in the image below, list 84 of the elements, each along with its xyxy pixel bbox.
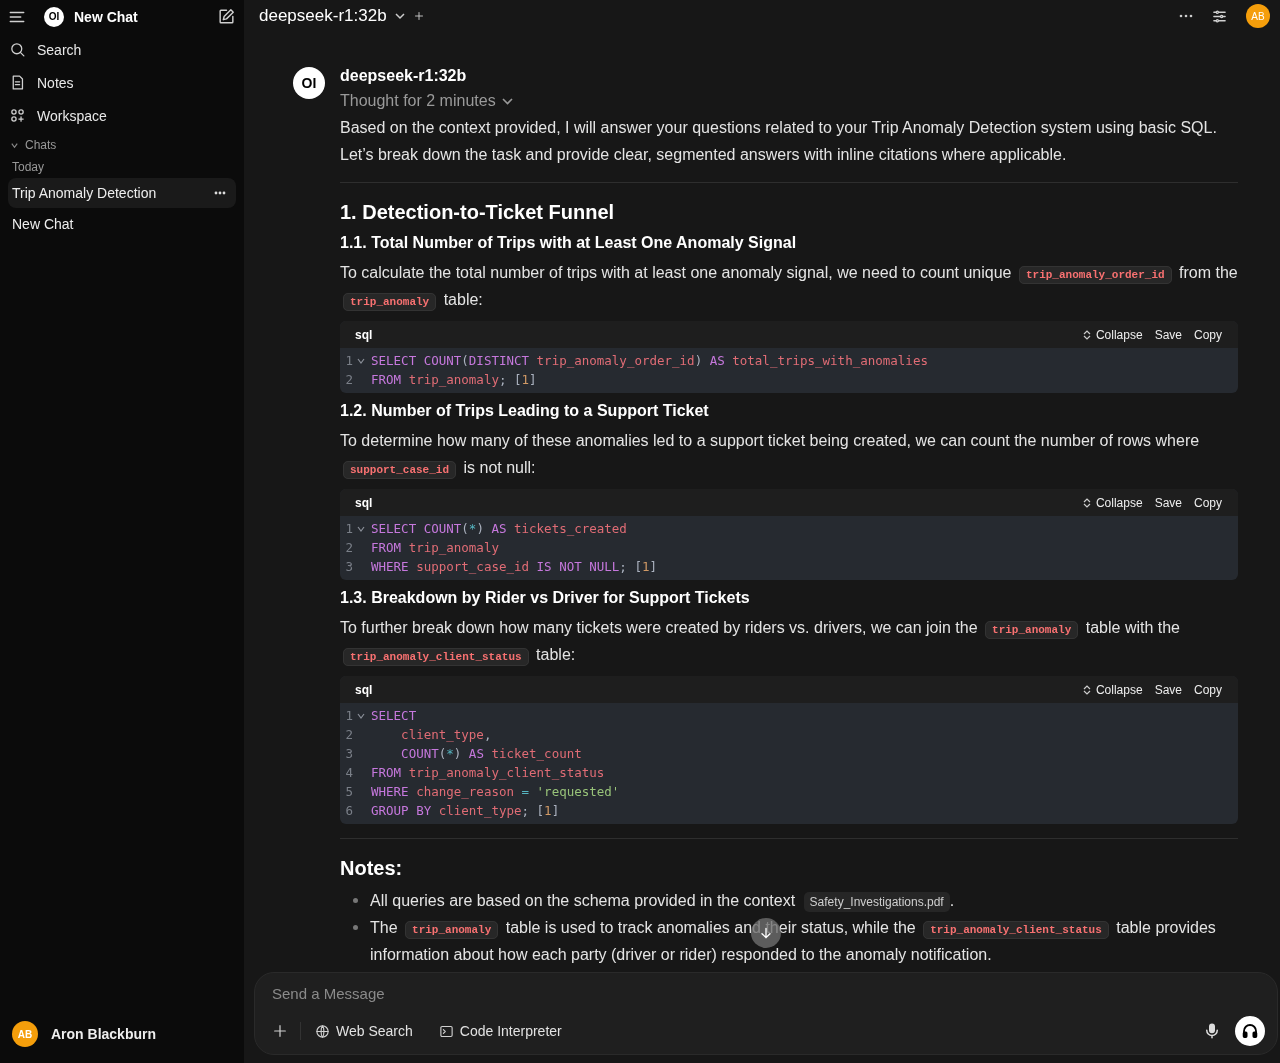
nav-item[interactable]: Notes	[37, 74, 74, 91]
code-action-button[interactable]: Collapse	[1076, 495, 1149, 510]
code-action-button[interactable]: Copy	[1188, 495, 1228, 510]
line-number: 3	[344, 559, 353, 574]
subsection-heading: 1.1. Total Number of Trips with at Least One Anomaly Signal	[340, 233, 798, 253]
plus-icon[interactable]	[272, 1023, 288, 1039]
code-action-button[interactable]: Save	[1148, 327, 1188, 342]
code-line: SELECT COUNT(DISTINCT trip_anomaly_order_id) AS total_trips_with_anomalies	[371, 353, 928, 368]
code-line: FROM trip_anomaly; [1]	[371, 372, 537, 387]
terminal-icon	[438, 1023, 454, 1039]
search-icon	[9, 41, 26, 58]
code-line: client_type,	[400, 727, 492, 742]
section-heading: Notes:	[340, 856, 404, 881]
tool-toggle[interactable]: Web Search	[336, 1023, 413, 1039]
code-line: WHERE support_case_id IS NOT NULL; [1]	[371, 559, 657, 574]
thought-toggle[interactable]: Thought for 2 minutes	[340, 88, 496, 114]
fold-caret-icon[interactable]	[357, 525, 365, 532]
nav-item[interactable]: Search	[37, 41, 82, 58]
chat-item[interactable]: Trip Anomaly Detection	[8, 178, 236, 208]
up-down-icon	[1082, 497, 1091, 508]
code-line: COUNT(*) AS ticket_count	[400, 746, 582, 761]
user-name: Aron Blackburn	[51, 1026, 156, 1042]
model-logo-icon: OI	[293, 67, 325, 99]
chats-section-toggle[interactable]: Chats	[25, 138, 57, 152]
paragraph: Based on the context provided, I will answer your questions related to your Trip Anomaly Detection system using basic SQL. Let’s break down the task and provide clear, segmented answers with inline citations where applicable.	[340, 118, 1218, 165]
up-down-icon	[1082, 329, 1091, 340]
headphones-icon	[1241, 1022, 1259, 1040]
code-line: WHERE change_reason = 'requested'	[371, 784, 620, 799]
globe-icon	[315, 1023, 330, 1039]
paragraph: To further break down how many tickets were created by riders vs. drivers, we can join the trip_anomaly table with the trip_anomaly_client_status table:	[340, 614, 1238, 668]
voice-mode-button[interactable]	[1235, 1016, 1265, 1046]
new-chat-link[interactable]: New Chat	[74, 8, 207, 25]
code-action-button[interactable]: Save	[1148, 495, 1188, 510]
grid-icon	[9, 107, 26, 124]
code-language: sql	[355, 327, 374, 342]
logo-icon: OI	[44, 6, 64, 27]
line-number: 2	[344, 540, 353, 555]
line-number: 2	[344, 727, 353, 742]
microphone-icon[interactable]	[1203, 1022, 1221, 1040]
edit-icon[interactable]	[217, 7, 236, 26]
paragraph: To determine how many of these anomalies led to a support ticket being created, we can count the number of rows where support_case_id is not null:	[340, 427, 1238, 481]
code-line: GROUP BY client_type; [1]	[371, 803, 560, 818]
nav-item[interactable]: Workspace	[37, 107, 107, 124]
model-name: deepseek-r1:32b	[340, 66, 468, 86]
subsection-heading: 1.2. Number of Trips Leading to a Support Ticket	[340, 401, 710, 421]
code-line: FROM trip_anomaly	[371, 540, 499, 555]
line-number: 5	[344, 784, 353, 799]
list-item-text: All queries are based on the schema provided in the context Safety_Investigations.pdf .	[370, 887, 955, 914]
code-action-button[interactable]: Copy	[1188, 327, 1228, 342]
code-line: FROM trip_anomaly_client_status	[371, 765, 605, 780]
chevron-icon[interactable]	[394, 12, 405, 20]
section-heading: 1. Detection-to-Ticket Funnel	[340, 200, 616, 225]
code-action-button[interactable]: Collapse	[1076, 682, 1149, 697]
message-input[interactable]: Send a Message	[272, 982, 672, 1004]
fold-caret-icon[interactable]	[357, 357, 365, 364]
code-line: SELECT	[371, 708, 417, 723]
citation-link[interactable]: Safety_Investigations.pdf	[803, 892, 950, 912]
more-icon[interactable]	[1179, 14, 1193, 18]
group-label: Today	[11, 159, 46, 176]
chevron-icon[interactable]	[501, 97, 513, 105]
bullet-icon	[353, 925, 358, 930]
line-number: 2	[344, 372, 353, 387]
tool-toggle[interactable]: Code Interpreter	[459, 1023, 562, 1039]
more-icon[interactable]	[214, 191, 226, 195]
code-action-button[interactable]: Copy	[1188, 682, 1228, 697]
plus-icon[interactable]	[412, 10, 425, 22]
line-number: 4	[344, 765, 353, 780]
line-number: 1	[344, 708, 353, 723]
paragraph: To calculate the total number of trips with at least one anomaly signal, we need to count unique trip_anomaly_order_id from the trip_anomaly table:	[340, 259, 1238, 313]
chat-item[interactable]: New Chat	[8, 209, 236, 239]
line-number: 6	[344, 803, 353, 818]
code-language: sql	[355, 495, 374, 510]
code-action-button[interactable]: Save	[1148, 682, 1188, 697]
code-line: SELECT COUNT(*) AS tickets_created	[371, 521, 627, 536]
code-language: sql	[355, 682, 374, 697]
code-action-button[interactable]: Collapse	[1076, 327, 1149, 342]
line-number: 3	[344, 746, 353, 761]
bullet-icon	[353, 898, 358, 903]
line-number: 1	[344, 353, 353, 368]
line-number: 1	[344, 521, 353, 536]
subsection-heading: 1.3. Breakdown by Rider vs Driver for Support Tickets	[340, 588, 751, 608]
up-down-icon	[1082, 684, 1091, 695]
model-selector[interactable]: deepseek-r1:32b	[259, 6, 387, 26]
fold-caret-icon[interactable]	[357, 712, 365, 719]
